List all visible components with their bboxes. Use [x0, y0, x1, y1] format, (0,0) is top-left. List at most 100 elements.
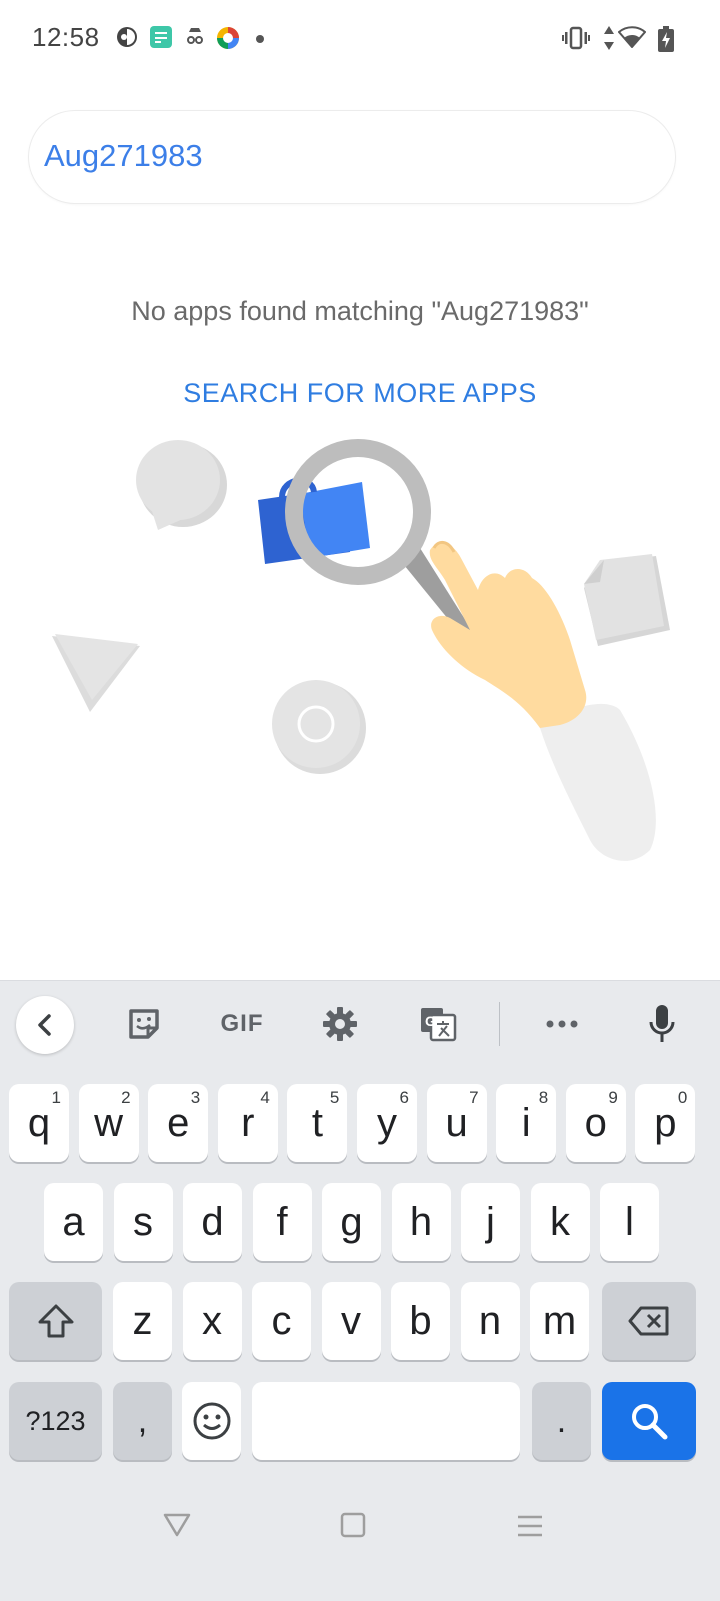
key-hint: 9	[608, 1088, 618, 1107]
key-hint: 6	[399, 1088, 409, 1107]
battery-charging-icon	[658, 26, 674, 52]
key-m[interactable]: m	[530, 1282, 589, 1360]
key-label: w	[94, 1101, 124, 1145]
key-c[interactable]: c	[252, 1282, 311, 1360]
key-hint: 3	[190, 1088, 201, 1107]
key-label: x	[202, 1299, 222, 1343]
translate-button[interactable]: G	[414, 1000, 462, 1048]
key-n[interactable]: n	[460, 1282, 520, 1360]
more-horizontal-icon	[546, 1020, 578, 1028]
recents-nav-button[interactable]	[516, 1514, 544, 1538]
key-y[interactable]: y6	[357, 1084, 417, 1162]
key-hint: 5	[329, 1088, 340, 1107]
key-f[interactable]: f	[252, 1183, 312, 1261]
incognito-notification-icon	[187, 28, 203, 44]
key-label: f	[276, 1200, 288, 1244]
key-label: t	[311, 1101, 323, 1145]
data-transfer-icon	[604, 26, 614, 50]
key-i[interactable]: i8	[496, 1084, 557, 1162]
key-b[interactable]: b	[391, 1282, 450, 1360]
key-label: a	[62, 1200, 85, 1244]
translate-icon: G	[421, 1008, 457, 1042]
circle-shape	[272, 680, 366, 774]
key-label: c	[271, 1299, 292, 1343]
search-icon	[632, 1404, 668, 1440]
notification-app-icon	[117, 27, 137, 47]
comma-key[interactable]: ,	[113, 1382, 172, 1460]
key-d[interactable]: d	[183, 1183, 242, 1261]
key-w[interactable]: w2	[78, 1084, 139, 1162]
search-more-apps-link[interactable]: SEARCH FOR MORE APPS	[0, 378, 720, 409]
shift-icon	[38, 1304, 73, 1338]
key-label: d	[201, 1200, 224, 1244]
space-key[interactable]	[252, 1382, 520, 1460]
key-label: l	[625, 1200, 634, 1244]
backspace-key[interactable]	[602, 1282, 696, 1360]
key-hint: 2	[121, 1088, 131, 1107]
key-h[interactable]: h	[391, 1183, 451, 1261]
emoji-key[interactable]	[182, 1382, 241, 1460]
period-key[interactable]: .	[532, 1382, 591, 1460]
vibrate-icon	[562, 26, 590, 50]
key-label: g	[340, 1200, 363, 1244]
keyboard-collapse-button[interactable]	[16, 996, 74, 1054]
key-q[interactable]: q1	[9, 1084, 69, 1162]
search-action-key[interactable]	[602, 1382, 696, 1460]
key-z[interactable]: z	[113, 1282, 172, 1360]
wifi-icon	[618, 26, 646, 48]
key-label: v	[341, 1299, 361, 1343]
status-bar: 12:58	[0, 0, 720, 80]
navigation-bar	[0, 1480, 720, 1600]
comma-key-label: ,	[137, 1402, 148, 1440]
search-query-text: Aug271983	[44, 138, 203, 173]
hand-icon	[429, 541, 587, 728]
key-a[interactable]: a	[44, 1183, 103, 1261]
key-l[interactable]: l	[600, 1183, 659, 1261]
more-options-button[interactable]	[538, 1000, 586, 1048]
sleeve-shape	[540, 703, 656, 861]
key-p[interactable]: p0	[635, 1084, 696, 1162]
key-r[interactable]: r4	[217, 1084, 278, 1162]
no-results-message: No apps found matching "Aug271983"	[131, 296, 589, 326]
gif-button[interactable]: GIF	[212, 1000, 272, 1048]
key-o[interactable]: o9	[565, 1084, 626, 1162]
key-g[interactable]: g	[322, 1183, 381, 1261]
key-label: k	[550, 1200, 570, 1244]
symbols-key[interactable]: ?123	[9, 1382, 102, 1460]
paper-shape	[584, 554, 670, 646]
symbols-key-label: ?123	[25, 1405, 86, 1436]
voice-input-button[interactable]	[638, 1000, 686, 1048]
photos-notification-icon	[217, 27, 239, 49]
key-hint: 4	[260, 1088, 270, 1107]
emoji-icon	[193, 1402, 230, 1440]
shift-key[interactable]	[9, 1282, 102, 1360]
key-u[interactable]: u7	[426, 1084, 487, 1162]
key-t[interactable]: t5	[287, 1084, 348, 1162]
key-label: o	[584, 1101, 607, 1145]
key-j[interactable]: j	[461, 1183, 520, 1261]
key-label: m	[542, 1299, 577, 1343]
speech-bubble-shape	[136, 440, 227, 530]
home-nav-button[interactable]	[340, 1512, 366, 1538]
key-x[interactable]: x	[182, 1282, 242, 1360]
key-k[interactable]: k	[530, 1183, 590, 1261]
toolbar-divider	[499, 1002, 500, 1046]
status-time: 12:58	[32, 22, 100, 52]
period-key-label: .	[556, 1402, 567, 1440]
keyboard-settings-button[interactable]	[316, 1000, 364, 1048]
svg-text:G: G	[425, 1013, 436, 1029]
sticker-button[interactable]	[120, 1000, 168, 1048]
chevron-left-icon	[38, 1014, 51, 1036]
key-hint: 1	[51, 1088, 61, 1107]
key-v[interactable]: v	[321, 1282, 381, 1360]
key-hint: 7	[469, 1088, 479, 1107]
key-label: s	[133, 1200, 153, 1244]
key-label: y	[377, 1101, 397, 1145]
key-label: i	[521, 1101, 531, 1145]
key-hint: 8	[538, 1088, 549, 1107]
key-hint: 0	[677, 1088, 688, 1107]
back-nav-button[interactable]	[162, 1512, 192, 1538]
calculator-notification-icon	[150, 26, 172, 48]
key-s[interactable]: s	[113, 1183, 173, 1261]
key-e[interactable]: e3	[148, 1084, 209, 1162]
